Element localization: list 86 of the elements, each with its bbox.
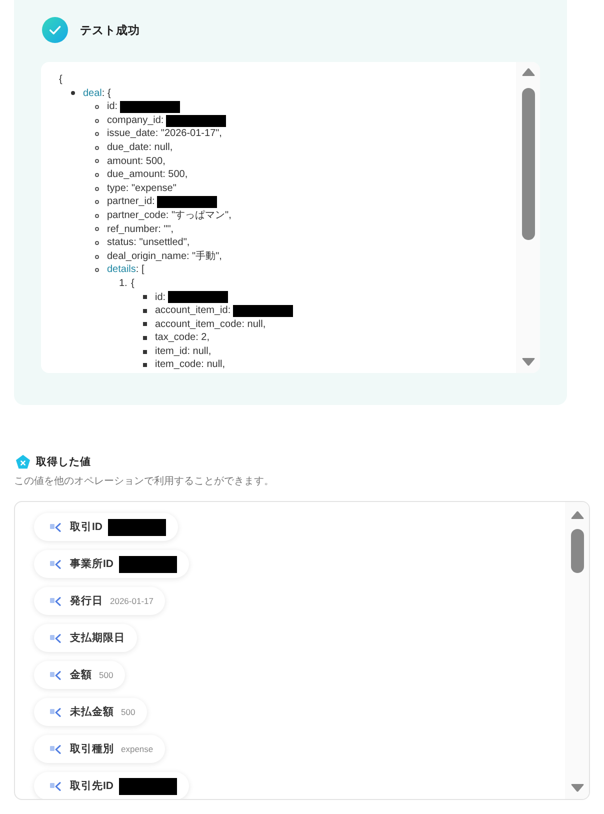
value-chip[interactable]: 支払期限日 <box>34 624 137 652</box>
square-bullet-icon <box>143 295 147 300</box>
json-line: partner_code: "すっぱマン", <box>107 208 232 223</box>
chip-label: 支払期限日 <box>70 631 125 645</box>
ring-bullet-icon <box>95 159 99 164</box>
chevron-tag-icon <box>50 670 61 680</box>
ring-bullet-icon <box>95 186 99 191</box>
json-line: amount: 500, <box>107 154 166 168</box>
scrollbar-track[interactable] <box>516 62 540 373</box>
json-key[interactable]: deal <box>83 86 102 100</box>
chip-value: 500 <box>121 707 136 717</box>
chevron-tag-icon <box>50 560 61 568</box>
ring-bullet-icon <box>95 227 99 232</box>
chip-label: 発行日 <box>70 594 103 608</box>
chip-value: 2026-01-17 <box>110 596 154 606</box>
chevron-tag-icon <box>50 708 61 716</box>
json-line: due_date: null, <box>107 140 173 155</box>
chevron-tag-icon <box>50 782 61 790</box>
json-line: issue_date: "2026-01-17", <box>107 127 222 141</box>
json-line: tax_code: 2, <box>155 331 210 345</box>
value-chip[interactable]: 未払金額 500 <box>34 698 148 726</box>
value-chip[interactable]: 金額 500 <box>34 661 126 689</box>
chip-value: 500 <box>99 670 114 680</box>
pentagon-x-icon <box>16 455 30 469</box>
scroll-up-arrow-icon[interactable] <box>570 511 584 519</box>
ring-bullet-icon <box>95 132 99 136</box>
json-line: account_item_id: <box>155 304 231 318</box>
json-key[interactable]: details <box>107 263 136 277</box>
list-number: 1. <box>119 276 128 290</box>
json-line: account_item_code: null, <box>155 318 266 332</box>
json-line: item_code: null, <box>155 358 226 372</box>
square-bullet-icon <box>143 363 147 368</box>
value-chip[interactable]: 取引ID <box>34 513 178 541</box>
json-line: id: <box>107 100 118 114</box>
disc-bullet-icon <box>71 91 75 96</box>
chevron-tag-icon <box>50 596 61 606</box>
chip-label: 金額 <box>70 668 92 682</box>
ring-bullet-icon <box>95 146 99 150</box>
square-bullet-icon <box>143 350 147 354</box>
json-punctuation: : { <box>102 86 111 100</box>
ring-bullet-icon <box>95 268 99 272</box>
json-line: ref_number: "", <box>107 222 174 236</box>
chip-value: expense <box>121 744 154 754</box>
json-line: deal_origin_name: "手動", <box>107 250 222 264</box>
chip-label: 取引ID <box>70 520 102 534</box>
json-line: item_id: null, <box>155 344 212 358</box>
chip-label: 取引先ID <box>70 779 114 793</box>
scrollbar-track[interactable] <box>565 502 589 799</box>
json-line: id: <box>155 290 166 304</box>
scrollbar-thumb[interactable] <box>522 88 534 240</box>
chevron-tag-icon <box>50 744 61 754</box>
scroll-down-arrow-icon[interactable] <box>570 784 584 792</box>
scrollbar-thumb[interactable] <box>570 529 584 573</box>
json-line: status: "unsettled", <box>107 236 190 250</box>
scroll-up-arrow-icon[interactable] <box>522 68 534 76</box>
chip-label: 事業所ID <box>70 557 114 571</box>
json-punctuation: : [ <box>136 263 144 277</box>
test-result-title: テスト成功 <box>80 23 140 38</box>
square-bullet-icon <box>143 322 147 326</box>
section-description: この値を他のオペレーションで利用することができます。 <box>14 475 275 489</box>
json-line: due_amount: 500, <box>107 168 188 182</box>
value-chip[interactable]: 取引先ID <box>34 772 188 799</box>
ring-bullet-icon <box>95 240 99 245</box>
chip-label: 取引種別 <box>70 742 114 756</box>
scroll-down-arrow-icon[interactable] <box>522 358 534 366</box>
json-line: { <box>131 276 134 290</box>
value-chip[interactable]: 発行日 2026-01-17 <box>34 587 166 615</box>
value-chip[interactable]: 事業所ID <box>34 550 188 578</box>
chevron-tag-icon <box>50 634 61 642</box>
section-title: 取得した値 <box>36 455 91 469</box>
ring-bullet-icon <box>95 254 99 259</box>
ring-bullet-icon <box>95 104 99 109</box>
square-bullet-icon <box>143 308 147 313</box>
json-line: company_id: <box>107 114 164 128</box>
ring-bullet-icon <box>95 118 99 123</box>
square-bullet-icon <box>143 336 147 340</box>
chevron-tag-icon <box>50 522 61 532</box>
ring-bullet-icon <box>95 214 99 218</box>
ring-bullet-icon <box>95 200 99 204</box>
chip-label: 未払金額 <box>70 705 114 719</box>
value-chip[interactable]: 取引種別 expense <box>34 735 166 763</box>
ring-bullet-icon <box>95 172 99 177</box>
json-line: partner_id: <box>107 195 155 209</box>
json-line: { <box>59 73 62 87</box>
json-line: type: "expense" <box>107 182 176 196</box>
check-circle-icon <box>42 17 68 43</box>
